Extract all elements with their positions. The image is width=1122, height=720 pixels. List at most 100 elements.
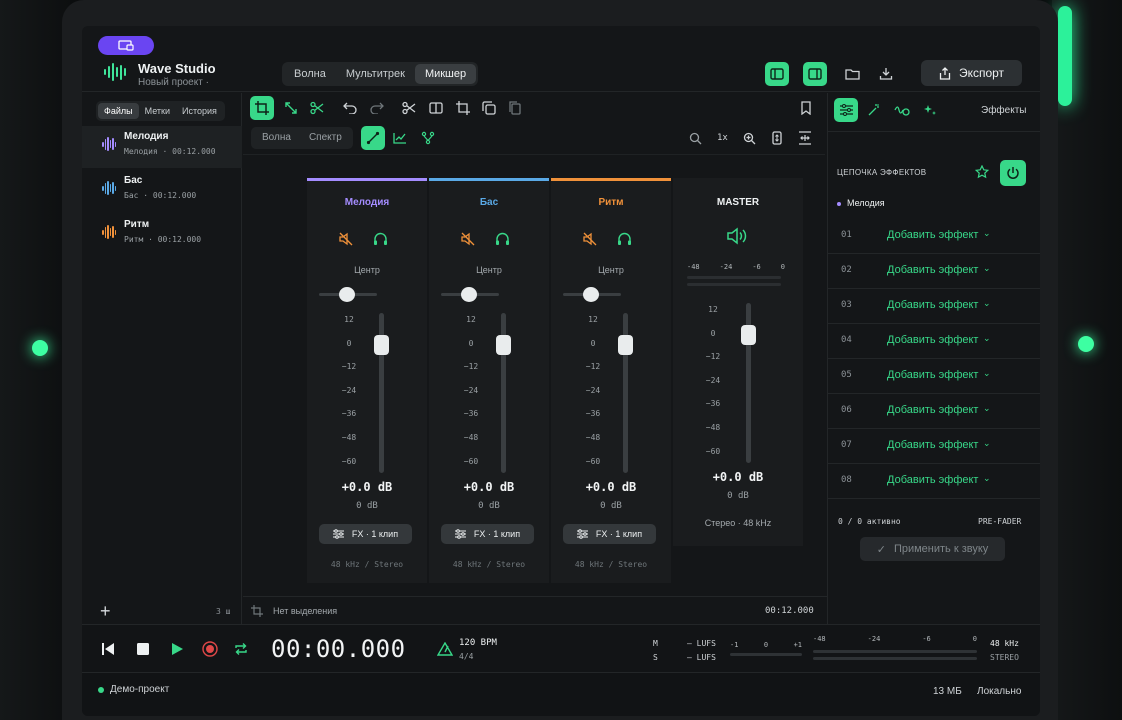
bookmark-button[interactable]	[794, 96, 818, 120]
tab-multitrack[interactable]: Мультитрек	[336, 64, 415, 84]
skip-back-icon[interactable]	[102, 643, 114, 655]
volume-icon[interactable]	[727, 227, 749, 245]
channel-fx-button[interactable]: FX · 1 клип	[441, 524, 534, 544]
active-effects-count: 0 / 0 активно	[838, 517, 901, 526]
mute-icon[interactable]	[339, 232, 353, 246]
mute-icon[interactable]	[583, 232, 597, 246]
envelope-button[interactable]	[388, 126, 412, 150]
effects-tab-button[interactable]	[834, 98, 858, 122]
paste-button[interactable]	[503, 96, 527, 120]
import-button[interactable]	[874, 62, 898, 86]
headphones-icon[interactable]	[617, 232, 632, 246]
effect-slot[interactable]: 07 Добавить эффект ⌄	[828, 429, 1040, 464]
fit-height-button[interactable]	[765, 126, 789, 150]
app-title: Wave Studio	[138, 61, 216, 76]
pan-knob[interactable]	[461, 287, 477, 302]
add-track-button[interactable]: +	[100, 601, 111, 622]
tempo-bpm[interactable]: 120 BPM	[459, 638, 497, 648]
headphones-icon[interactable]	[495, 232, 510, 246]
storage-location: Локально	[977, 686, 1022, 697]
effect-slot[interactable]: 04 Добавить эффект ⌄	[828, 324, 1040, 359]
tab-files[interactable]: Файлы	[98, 103, 139, 119]
pan-slider[interactable]	[441, 287, 499, 302]
crop-button[interactable]	[451, 96, 475, 120]
track-item-bass[interactable]: Бас Бас · 00:12.000	[82, 170, 242, 212]
open-folder-button[interactable]	[840, 62, 864, 86]
bypass-toggle-button[interactable]	[1000, 160, 1026, 186]
effect-slot[interactable]: 03 Добавить эффект ⌄	[828, 289, 1040, 324]
channel-name: Бас	[479, 197, 499, 208]
toggle-right-panel-button[interactable]	[803, 62, 827, 86]
effect-slot[interactable]: 06 Добавить эффект ⌄	[828, 394, 1040, 429]
device-badge[interactable]	[98, 36, 154, 55]
pan-knob[interactable]	[583, 287, 599, 302]
effect-slot[interactable]: 08 Добавить эффект ⌄	[828, 464, 1040, 499]
stop-icon[interactable]	[137, 643, 149, 655]
fader-handle[interactable]	[618, 335, 633, 355]
split-button[interactable]	[424, 96, 448, 120]
tab-markers[interactable]: Метки	[139, 103, 176, 119]
channel-fx-button[interactable]: FX · 1 клип	[563, 524, 656, 544]
expand-tool-button[interactable]	[279, 96, 303, 120]
play-icon[interactable]	[171, 642, 184, 656]
effects-tab-label[interactable]: Эффекты	[981, 105, 1026, 116]
volume-fader[interactable]	[374, 313, 389, 473]
tab-mixer[interactable]: Микшер	[414, 64, 477, 84]
pan-slider[interactable]	[319, 287, 377, 302]
project-name: Новый проект ·	[138, 77, 209, 88]
chevron-down-icon: ⌄	[983, 333, 991, 343]
fader-handle[interactable]	[374, 335, 389, 355]
redo-button[interactable]	[365, 96, 389, 120]
volume-fader[interactable]	[496, 313, 511, 473]
editor-toolbar: Волна Спектр 1x	[243, 93, 825, 155]
copy-button[interactable]	[477, 96, 501, 120]
record-icon[interactable]	[202, 641, 218, 657]
paste-icon	[509, 101, 521, 115]
fader-handle[interactable]	[496, 335, 511, 355]
loop-icon[interactable]	[234, 642, 248, 656]
pan-slider[interactable]	[563, 287, 621, 302]
master-strip: MASTER -48 -24 -6 0 12 0 −12 −24 −36 −48 −60 +0.0…	[673, 178, 803, 546]
tab-waveform-view[interactable]: Волна	[253, 129, 300, 147]
toggle-left-panel-button[interactable]	[765, 62, 789, 86]
time-signature[interactable]: 4/4	[459, 652, 473, 661]
zoom-fit-button[interactable]	[683, 126, 707, 150]
magic-tool-button[interactable]	[862, 98, 886, 122]
mixer-panel: Мелодия Центр 12 0 −12 −24 −36 −48 −60 +0.0 dB…	[243, 156, 825, 624]
track-item-melody[interactable]: Мелодия Мелодия · 00:12.000	[82, 126, 242, 168]
tab-spectrum-view[interactable]: Спектр	[300, 129, 351, 147]
volume-fader[interactable]	[618, 313, 633, 473]
tab-wave[interactable]: Волна	[284, 64, 336, 84]
apply-effects-button[interactable]: ✓ Применить к звуку	[860, 537, 1005, 561]
playback-speed[interactable]: 1x	[717, 133, 728, 143]
master-fader[interactable]	[741, 303, 756, 463]
crop-icon	[456, 101, 470, 115]
metronome-icon[interactable]	[437, 642, 453, 656]
crop-tool-button[interactable]	[250, 96, 274, 120]
effect-slot[interactable]: 02 Добавить эффект ⌄	[828, 254, 1040, 289]
undo-button[interactable]	[338, 96, 362, 120]
effect-slot[interactable]: 01 Добавить эффект ⌄	[828, 219, 1040, 254]
channel-fx-button[interactable]: FX · 1 клип	[319, 524, 412, 544]
pre-fader-label[interactable]: PRE-FADER	[978, 517, 1021, 526]
effect-slot[interactable]: 05 Добавить эффект ⌄	[828, 359, 1040, 394]
project-size: 13 МБ	[933, 686, 962, 697]
mute-icon[interactable]	[461, 232, 475, 246]
trim-tool-button[interactable]	[305, 96, 329, 120]
fit-width-button[interactable]	[793, 126, 817, 150]
routing-button[interactable]	[416, 126, 440, 150]
cut-button[interactable]	[397, 96, 421, 120]
star-icon[interactable]	[975, 165, 989, 179]
headphones-icon[interactable]	[373, 232, 388, 246]
pan-label: Центр	[476, 265, 502, 275]
denoise-button[interactable]	[890, 98, 914, 122]
zoom-in-button[interactable]	[737, 126, 761, 150]
fader-handle[interactable]	[741, 325, 756, 345]
sparkle-button[interactable]	[918, 98, 942, 122]
track-item-rhythm[interactable]: Ритм Ритм · 00:12.000	[82, 214, 242, 256]
pan-knob[interactable]	[339, 287, 355, 302]
master-gain: +0.0 dB	[712, 470, 764, 484]
tab-history[interactable]: История	[176, 103, 223, 119]
draw-tool-button[interactable]	[361, 126, 385, 150]
export-button[interactable]: Экспорт	[921, 60, 1022, 86]
